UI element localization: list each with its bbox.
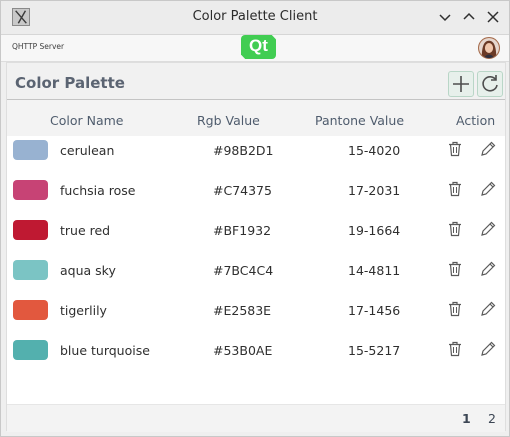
table-header: Color Name Rgb Value Pantone Value Actio… — [7, 100, 505, 136]
rgb-value: #BF1932 — [213, 223, 272, 238]
rgb-value: #7BC4C4 — [213, 263, 274, 278]
pantone-value: 19-1664 — [348, 223, 401, 238]
pantone-value: 14-4811 — [348, 263, 401, 278]
refresh-icon — [482, 75, 498, 92]
edit-button[interactable] — [479, 340, 497, 358]
column-header-name: Color Name — [50, 113, 124, 128]
pencil-icon — [481, 261, 496, 276]
pantone-value: 15-5217 — [348, 343, 401, 358]
delete-button[interactable] — [446, 300, 464, 318]
edit-button[interactable] — [479, 180, 497, 198]
color-name: blue turquoise — [60, 343, 150, 358]
trash-icon — [449, 261, 461, 277]
delete-button[interactable] — [446, 340, 464, 358]
server-bar: QHTTP Server Qt — [1, 35, 509, 62]
edit-button[interactable] — [479, 140, 497, 158]
pantone-value: 15-4020 — [348, 143, 401, 158]
window-title: Color Palette Client — [192, 9, 318, 24]
table-row: cerulean #98B2D1 15-4020 — [7, 136, 505, 176]
refresh-button[interactable] — [477, 71, 503, 97]
rgb-value: #E2583E — [213, 303, 272, 318]
edit-button[interactable] — [479, 300, 497, 318]
pencil-icon — [481, 341, 496, 356]
delete-button[interactable] — [446, 220, 464, 238]
pencil-icon — [481, 221, 496, 236]
color-swatch — [13, 300, 48, 320]
color-palette-card: Color Palette Color Name Rgb Value Panto… — [6, 62, 506, 432]
maximize-button[interactable] — [459, 7, 479, 27]
table-row: tigerlily #E2583E 17-1456 — [7, 296, 505, 336]
color-swatch — [13, 140, 48, 160]
column-header-action: Action — [456, 113, 496, 128]
trash-icon — [449, 221, 461, 237]
rgb-value: #C74375 — [213, 183, 272, 198]
color-name: tigerlily — [60, 303, 107, 318]
pantone-value: 17-2031 — [348, 183, 401, 198]
pagination: 1 2 — [7, 404, 505, 432]
qt-logo-text: Qt — [249, 36, 268, 55]
qt-logo: Qt — [241, 35, 276, 59]
edit-button[interactable] — [479, 220, 497, 238]
pantone-value: 17-1456 — [348, 303, 401, 318]
color-swatch — [13, 340, 48, 360]
edit-button[interactable] — [479, 260, 497, 278]
rgb-value: #98B2D1 — [213, 143, 274, 158]
pencil-icon — [481, 181, 496, 196]
color-swatch — [13, 220, 48, 240]
color-name: fuchsia rose — [60, 183, 136, 198]
pencil-icon — [481, 301, 496, 316]
column-header-pantone: Pantone Value — [315, 113, 405, 128]
color-name: true red — [60, 223, 111, 238]
plus-icon — [453, 76, 469, 92]
delete-button[interactable] — [446, 260, 464, 278]
title-bar: Color Palette Client — [1, 1, 509, 35]
add-color-button[interactable] — [448, 71, 474, 97]
page-title: Color Palette — [15, 74, 125, 92]
close-button[interactable] — [483, 7, 503, 27]
trash-icon — [449, 181, 461, 197]
color-swatch — [13, 260, 48, 280]
minimize-button[interactable] — [435, 7, 455, 27]
delete-button[interactable] — [446, 180, 464, 198]
table-row: aqua sky #7BC4C4 14-4811 — [7, 256, 505, 296]
rgb-value: #53B0AE — [213, 343, 273, 358]
trash-icon — [449, 301, 461, 317]
table-row: true red #BF1932 19-1664 — [7, 216, 505, 256]
chevron-up-icon — [463, 12, 475, 20]
chevron-down-icon — [439, 14, 451, 22]
page-1-button[interactable]: 1 — [462, 411, 471, 426]
trash-icon — [449, 341, 461, 357]
pencil-icon — [481, 141, 496, 156]
app-window: Color Palette Client QHTTP Server Qt Col… — [0, 0, 510, 437]
page-2-button[interactable]: 2 — [488, 411, 496, 426]
palette-header: Color Palette — [7, 63, 505, 100]
avatar[interactable] — [478, 37, 500, 59]
color-name: cerulean — [60, 143, 115, 158]
column-header-rgb: Rgb Value — [197, 113, 260, 128]
table-row: blue turquoise #53B0AE 15-5217 — [7, 336, 505, 376]
color-name: aqua sky — [60, 263, 116, 278]
trash-icon — [449, 141, 461, 157]
server-label: QHTTP Server — [12, 42, 65, 51]
color-swatch — [13, 180, 48, 200]
close-icon — [487, 11, 499, 23]
delete-button[interactable] — [446, 140, 464, 158]
table-row: fuchsia rose #C74375 17-2031 — [7, 176, 505, 216]
